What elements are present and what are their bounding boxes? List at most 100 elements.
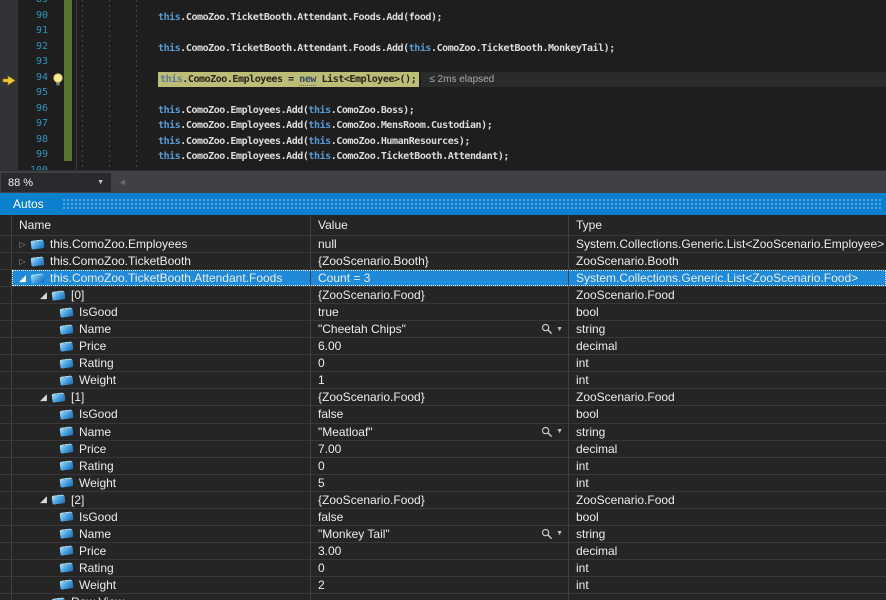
chevron-down-icon[interactable]: ▼ [556, 428, 563, 435]
variable-name-cell[interactable]: Weight [12, 372, 311, 388]
value-visualizer[interactable]: ▼ [541, 323, 565, 335]
code-line-99[interactable]: this.ComoZoo.Employees.Add(this.ComoZoo.… [78, 149, 886, 165]
variable-name-cell[interactable]: ◢this.ComoZoo.TicketBooth.Attendant.Food… [12, 270, 311, 286]
magnifier-icon[interactable] [541, 426, 553, 438]
autos-row[interactable]: Name"Meatloaf"▼string [0, 424, 886, 441]
code-line-92[interactable]: this.ComoZoo.TicketBooth.Attendant.Foods… [78, 41, 886, 57]
autos-row[interactable]: Weight1int [0, 372, 886, 389]
variable-name-cell[interactable]: Price [12, 338, 311, 354]
variable-name-cell[interactable]: ▷this.ComoZoo.Employees [12, 236, 311, 252]
autos-row[interactable]: Rating0int [0, 355, 886, 372]
code-line-97[interactable]: this.ComoZoo.Employees.Add(this.ComoZoo.… [78, 118, 886, 134]
collapsed-expander-icon[interactable]: ▷ [15, 254, 30, 269]
variable-name-cell[interactable]: Price [12, 543, 311, 559]
autos-row[interactable]: ◢this.ComoZoo.TicketBooth.Attendant.Food… [0, 270, 886, 287]
variable-value-cell[interactable]: false [311, 406, 569, 422]
variable-value-cell[interactable]: "Monkey Tail"▼ [311, 526, 569, 542]
magnifier-icon[interactable] [541, 528, 553, 540]
variable-name-cell[interactable]: IsGood [12, 509, 311, 525]
autos-row[interactable]: ▷Raw View [0, 594, 886, 600]
autos-row[interactable]: Name"Cheetah Chips"▼string [0, 321, 886, 338]
variable-name-cell[interactable]: ◢[2] [12, 492, 311, 508]
autos-row[interactable]: ▷this.ComoZoo.EmployeesnullSystem.Collec… [0, 236, 886, 253]
autos-row[interactable]: ▷this.ComoZoo.TicketBooth{ZooScenario.Bo… [0, 253, 886, 270]
value-visualizer[interactable]: ▼ [541, 528, 565, 540]
variable-value-cell[interactable]: true [311, 304, 569, 320]
collapsed-expander-icon[interactable]: ▷ [15, 237, 30, 252]
variable-value-cell[interactable]: {ZooScenario.Food} [311, 287, 569, 303]
expanded-expander-icon[interactable]: ◢ [36, 390, 51, 405]
value-visualizer[interactable]: ▼ [541, 426, 565, 438]
expanded-expander-icon[interactable]: ◢ [36, 288, 51, 303]
autos-row[interactable]: Rating0int [0, 458, 886, 475]
code-line-89[interactable] [78, 0, 886, 10]
variable-name-cell[interactable]: ◢[0] [12, 287, 311, 303]
code-line-94[interactable]: this.ComoZoo.Employees = new List<Employ… [78, 72, 886, 88]
variable-name-cell[interactable]: ▷this.ComoZoo.TicketBooth [12, 253, 311, 269]
expanded-expander-icon[interactable]: ◢ [36, 492, 51, 507]
code-editor[interactable]: 8990919293949596979899100 this.ComoZoo.T… [0, 0, 886, 170]
code-line-95[interactable] [78, 87, 886, 103]
editor-zoom-select[interactable]: 88 % ▼ [0, 172, 112, 193]
autos-row[interactable]: Price3.00decimal [0, 543, 886, 560]
autos-row[interactable]: ◢[1]{ZooScenario.Food}ZooScenario.Food [0, 389, 886, 406]
variable-value-cell[interactable]: false [311, 509, 569, 525]
variable-value-cell[interactable]: Count = 3 [311, 270, 569, 286]
variable-value-cell[interactable]: {ZooScenario.Booth} [311, 253, 569, 269]
code-line-96[interactable]: this.ComoZoo.Employees.Add(this.ComoZoo.… [78, 103, 886, 119]
variable-name-cell[interactable]: Name [12, 424, 311, 440]
code-line-93[interactable] [78, 56, 886, 72]
variable-value-cell[interactable]: 3.00 [311, 543, 569, 559]
scroll-left-arrow-icon[interactable]: ◄ [118, 176, 127, 188]
code-line-98[interactable]: this.ComoZoo.Employees.Add(this.ComoZoo.… [78, 134, 886, 150]
column-header-type[interactable]: Type [569, 215, 886, 235]
autos-row[interactable]: Name"Monkey Tail"▼string [0, 526, 886, 543]
autos-row[interactable]: ◢[2]{ZooScenario.Food}ZooScenario.Food [0, 492, 886, 509]
variable-value-cell[interactable]: null [311, 236, 569, 252]
autos-row[interactable]: IsGoodfalsebool [0, 406, 886, 423]
variable-name-cell[interactable]: Rating [12, 355, 311, 371]
variable-value-cell[interactable]: 0 [311, 458, 569, 474]
variable-value-cell[interactable]: "Cheetah Chips"▼ [311, 321, 569, 337]
variable-name-cell[interactable]: Price [12, 441, 311, 457]
collapsed-expander-icon[interactable]: ▷ [36, 595, 51, 600]
code-line-91[interactable] [78, 25, 886, 41]
expanded-expander-icon[interactable]: ◢ [15, 271, 30, 286]
code-line-90[interactable]: this.ComoZoo.TicketBooth.Attendant.Foods… [78, 10, 886, 26]
chevron-down-icon[interactable]: ▼ [556, 326, 563, 333]
autos-row[interactable]: Rating0int [0, 560, 886, 577]
variable-value-cell[interactable]: 0 [311, 560, 569, 576]
column-header-name[interactable]: Name [12, 215, 311, 235]
variable-name-cell[interactable]: Rating [12, 560, 311, 576]
magnifier-icon[interactable] [541, 323, 553, 335]
horizontal-scrollbar[interactable]: 88 % ▼ ◄ [0, 170, 886, 193]
variable-name-cell[interactable]: IsGood [12, 406, 311, 422]
variable-value-cell[interactable]: {ZooScenario.Food} [311, 492, 569, 508]
variable-name-cell[interactable]: ◢[1] [12, 389, 311, 405]
autos-row[interactable]: ◢[0]{ZooScenario.Food}ZooScenario.Food [0, 287, 886, 304]
autos-row[interactable]: Price7.00decimal [0, 441, 886, 458]
autos-row[interactable]: Weight5int [0, 475, 886, 492]
variable-value-cell[interactable]: "Meatloaf"▼ [311, 424, 569, 440]
autos-row[interactable]: Weight2int [0, 577, 886, 594]
autos-titlebar[interactable]: Autos [0, 193, 886, 215]
variable-name-cell[interactable]: Name [12, 526, 311, 542]
variable-name-cell[interactable]: IsGood [12, 304, 311, 320]
variable-name-cell[interactable]: Rating [12, 458, 311, 474]
variable-value-cell[interactable]: 7.00 [311, 441, 569, 457]
variable-value-cell[interactable]: 1 [311, 372, 569, 388]
autos-row[interactable]: Price6.00decimal [0, 338, 886, 355]
variable-value-cell[interactable]: 6.00 [311, 338, 569, 354]
lightbulb-icon[interactable] [52, 73, 64, 87]
variable-value-cell[interactable]: 0 [311, 355, 569, 371]
variable-value-cell[interactable] [311, 594, 569, 600]
variable-name-cell[interactable]: ▷Raw View [12, 594, 311, 600]
variable-value-cell[interactable]: 2 [311, 577, 569, 593]
variable-name-cell[interactable]: Weight [12, 475, 311, 491]
variable-name-cell[interactable]: Name [12, 321, 311, 337]
autos-row[interactable]: IsGoodfalsebool [0, 509, 886, 526]
variable-name-cell[interactable]: Weight [12, 577, 311, 593]
variable-value-cell[interactable]: 5 [311, 475, 569, 491]
chevron-down-icon[interactable]: ▼ [556, 530, 563, 537]
variable-value-cell[interactable]: {ZooScenario.Food} [311, 389, 569, 405]
